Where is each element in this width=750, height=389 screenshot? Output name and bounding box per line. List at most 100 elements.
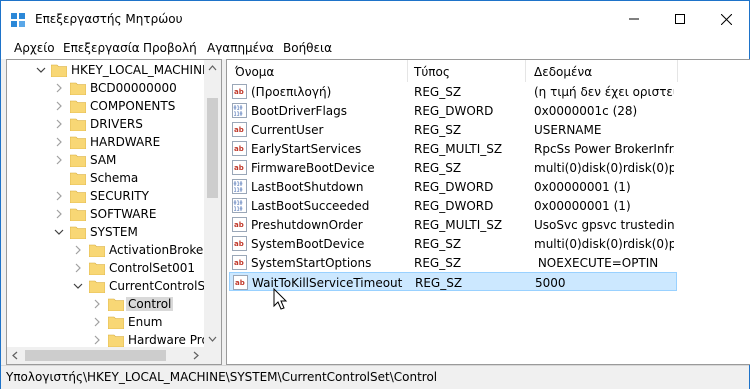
tree-item-components[interactable]: COMPONENTS <box>7 97 221 115</box>
tree-item-system[interactable]: SYSTEM <box>7 223 221 241</box>
tree-item-label: BCD00000000 <box>90 81 177 95</box>
value-name: CurrentUser <box>251 123 324 137</box>
value-data: multi(0)disk(0)rdisk(0)p... <box>534 161 674 175</box>
column-divider[interactable] <box>525 60 526 82</box>
chevron-right-icon <box>56 119 62 129</box>
list-row[interactable]: ab WaitToKillServiceTimeout REG_SZ 5000 <box>229 272 677 291</box>
folder-icon <box>70 100 86 113</box>
scroll-left-arrow-icon[interactable] <box>12 351 18 360</box>
string-value-icon: ab <box>232 255 247 270</box>
scroll-up-arrow-icon[interactable] <box>208 65 217 71</box>
value-type: REG_SZ <box>414 85 462 99</box>
value-data: 0x00000001 (1) <box>534 199 631 213</box>
value-type: REG_DWORD <box>414 104 494 118</box>
list-header: Όνομα Τύπος Δεδομένα <box>227 60 750 82</box>
list-row[interactable]: ab SystemStartOptions REG_SZ NOEXECUTE=OPT… <box>229 253 677 272</box>
close-button[interactable] <box>703 1 749 37</box>
column-header-name[interactable]: Όνομα <box>235 65 274 79</box>
list-row[interactable]: ab (Προεπιλογή) REG_SZ (η τιμή δεν έχει ορι… <box>229 82 677 101</box>
tree-horizontal-scrollbar[interactable] <box>7 347 204 364</box>
value-name: SystemBootDevice <box>251 237 365 251</box>
string-value-icon: ab <box>232 160 247 175</box>
tree-item-label: SAM <box>90 153 117 167</box>
menu-edit[interactable]: Επεξεργασία <box>63 41 140 55</box>
minimize-button[interactable] <box>611 1 657 37</box>
mouse-cursor-icon <box>273 288 288 310</box>
tree-item-hklm[interactable]: HKEY_LOCAL_MACHINE <box>7 61 221 79</box>
tree-item-label: CurrentControlSet <box>109 279 218 293</box>
value-type: REG_SZ <box>414 123 462 137</box>
scroll-right-arrow-icon[interactable] <box>193 351 199 360</box>
tree-item-label: HARDWARE <box>90 135 161 149</box>
svg-text:ab: ab <box>235 279 245 287</box>
column-divider[interactable] <box>677 60 678 82</box>
value-data: RpcSs Power BrokerInfr... <box>534 142 674 156</box>
value-data: (η τιμή δεν έχει οριστεί) <box>534 85 674 99</box>
registry-tree[interactable]: HKEY_LOCAL_MACHINE BCD00000000 COMPONENT… <box>6 59 222 365</box>
list-row[interactable]: 010 110 BootDriverFlags REG_DWORD 0x0000001c… <box>229 101 677 120</box>
tree-item-security[interactable]: SECURITY <box>7 187 221 205</box>
tree-item-activationbroker[interactable]: ActivationBroker <box>7 241 221 259</box>
menu-favorites[interactable]: Αγαπημένα <box>207 41 274 55</box>
list-row[interactable]: ab SystemBootDevice REG_SZ multi(0)disk(0)r… <box>229 234 677 253</box>
folder-icon <box>51 64 67 77</box>
chevron-right-icon <box>56 83 62 93</box>
value-name: LastBootSucceeded <box>251 199 370 213</box>
tree-item-label: SOFTWARE <box>90 207 157 221</box>
value-data: 0x0000001c (28) <box>534 104 638 118</box>
tree-item-label: Hardware Prof <box>128 333 214 347</box>
binary-value-icon: 010110 <box>232 179 247 194</box>
maximize-icon <box>675 14 685 24</box>
list-row[interactable]: 010 110 LastBootShutdown REG_DWORD 0x0000000… <box>229 177 677 196</box>
value-type: REG_SZ <box>415 276 463 290</box>
value-data: UsoSvc gpsvc trustedins... <box>534 218 674 232</box>
tree-item-hardware[interactable]: HARDWARE <box>7 133 221 151</box>
folder-icon <box>70 208 86 221</box>
maximize-button[interactable] <box>657 1 703 37</box>
tree-item-software[interactable]: SOFTWARE <box>7 205 221 223</box>
chevron-right-icon <box>56 101 62 111</box>
list-row[interactable]: ab EarlyStartServices REG_MULTI_SZ RpcSs Po… <box>229 139 677 158</box>
menu-file[interactable]: Αρχείο <box>14 41 55 55</box>
tree-item-schema[interactable]: Schema <box>7 169 221 187</box>
value-type: REG_DWORD <box>414 180 494 194</box>
folder-icon <box>89 262 105 275</box>
tree-item-label: Schema <box>90 171 139 185</box>
value-type: REG_MULTI_SZ <box>414 142 503 156</box>
tree-item-label: HKEY_LOCAL_MACHINE <box>71 63 210 77</box>
values-list[interactable]: Όνομα Τύπος Δεδομένα ab (Προεπιλογή) REG_S… <box>226 59 750 365</box>
svg-text:ab: ab <box>234 164 244 172</box>
column-divider[interactable] <box>407 60 408 82</box>
tree-item-label: SECURITY <box>90 189 149 203</box>
list-row[interactable]: 010 110 LastBootSucceeded REG_DWORD 0x000000… <box>229 196 677 215</box>
tree-horizontal-scroll-thumb[interactable] <box>25 350 166 361</box>
svg-text:ab: ab <box>234 88 244 96</box>
tree-item-label: SYSTEM <box>90 225 138 239</box>
tree-vertical-scroll-thumb[interactable] <box>207 98 218 198</box>
list-row[interactable]: ab CurrentUser REG_SZ USERNAME <box>229 120 677 139</box>
svg-text:ab: ab <box>234 126 244 134</box>
tree-item-currentcontrolset[interactable]: CurrentControlSet <box>7 277 221 295</box>
value-name: LastBootShutdown <box>251 180 364 194</box>
value-data: USERNAME <box>534 123 602 137</box>
tree-item-sam[interactable]: SAM <box>7 151 221 169</box>
tree-vertical-scrollbar[interactable] <box>204 60 221 347</box>
tree-item-control[interactable]: Control <box>7 295 221 313</box>
tree-item-label: Control <box>126 297 174 311</box>
tree-item-drivers[interactable]: DRIVERS <box>7 115 221 133</box>
tree-item-enum[interactable]: Enum <box>7 313 221 331</box>
column-header-type[interactable]: Τύπος <box>414 65 450 79</box>
list-row[interactable]: ab PreshutdownOrder REG_MULTI_SZ UsoSvc gps… <box>229 215 677 234</box>
value-name: PreshutdownOrder <box>251 218 363 232</box>
svg-text:ab: ab <box>234 240 244 248</box>
scroll-down-arrow-icon[interactable] <box>208 336 217 342</box>
column-header-data[interactable]: Δεδομένα <box>534 65 592 79</box>
list-row[interactable]: ab FirmwareBootDevice REG_SZ multi(0)disk(0… <box>229 158 677 177</box>
string-value-icon: ab <box>232 236 247 251</box>
menu-view[interactable]: Προβολή <box>143 41 197 55</box>
tree-item-controlset001[interactable]: ControlSet001 <box>7 259 221 277</box>
status-bar: Υπολογιστής\HKEY_LOCAL_MACHINE\SYSTEM\Cu… <box>1 365 749 389</box>
tree-item-bcd[interactable]: BCD00000000 <box>7 79 221 97</box>
title-bar[interactable]: Επεξεργαστής Μητρώου <box>1 1 749 37</box>
menu-help[interactable]: Βοήθεια <box>283 41 332 55</box>
